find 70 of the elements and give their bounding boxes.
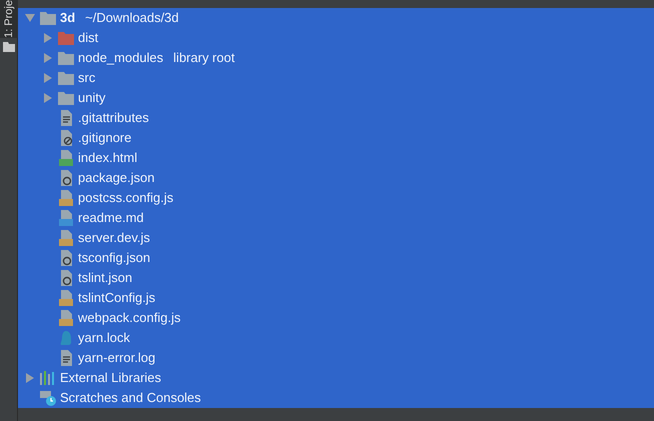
expanded-arrow-icon[interactable] xyxy=(25,14,35,22)
library-root-note: library root xyxy=(172,49,235,68)
item-label: readme.md xyxy=(77,209,144,228)
item-label: .gitattributes xyxy=(77,109,149,128)
item-label: 3d xyxy=(59,9,76,28)
item-label: package.json xyxy=(77,169,155,188)
tree-row[interactable]: src xyxy=(18,68,654,88)
tree-row[interactable]: Scratches and Consoles xyxy=(18,388,654,408)
js-file-icon xyxy=(59,310,73,326)
folder-icon xyxy=(40,12,56,24)
item-label: unity xyxy=(77,89,106,108)
tree-row[interactable]: tslint.json xyxy=(18,268,654,288)
collapsed-arrow-icon[interactable] xyxy=(44,93,52,103)
tree-row[interactable]: .gitignore xyxy=(18,128,654,148)
item-label: index.html xyxy=(77,149,138,168)
item-label: yarn-error.log xyxy=(77,349,156,368)
tree-row[interactable]: readme.md xyxy=(18,208,654,228)
tree-row[interactable]: yarn-error.log xyxy=(18,348,654,368)
tree-row[interactable]: .gitattributes xyxy=(18,108,654,128)
tree-row[interactable]: webpack.config.js xyxy=(18,308,654,328)
js-file-icon xyxy=(59,290,73,306)
item-label: tsconfig.json xyxy=(77,249,150,268)
item-label: tslint.json xyxy=(77,269,132,288)
config-file-icon xyxy=(59,270,73,286)
item-label: server.dev.js xyxy=(77,229,150,248)
collapsed-arrow-icon[interactable] xyxy=(44,73,52,83)
tree-row[interactable]: unity xyxy=(18,88,654,108)
config-file-icon xyxy=(59,170,73,186)
collapsed-arrow-icon[interactable] xyxy=(26,373,34,383)
html-file-icon xyxy=(59,150,73,166)
js-file-icon xyxy=(59,230,73,246)
item-label: tslintConfig.js xyxy=(77,289,156,308)
scratches-icon xyxy=(40,390,56,406)
library-icon xyxy=(40,371,56,385)
project-tab[interactable]: 1: Proje xyxy=(0,0,18,38)
folder-icon xyxy=(58,92,74,104)
project-path: ~/Downloads/3d xyxy=(84,9,179,28)
tree-row[interactable]: server.dev.js xyxy=(18,228,654,248)
yarn-icon xyxy=(59,330,73,346)
tree-row[interactable]: node_modules library root xyxy=(18,48,654,68)
folder-icon xyxy=(58,72,74,84)
tree-row[interactable]: 3d ~/Downloads/3d xyxy=(18,8,654,28)
folder-icon xyxy=(2,42,14,52)
tree-row[interactable]: External Libraries xyxy=(18,368,654,388)
collapsed-arrow-icon[interactable] xyxy=(44,33,52,43)
item-label: Scratches and Consoles xyxy=(59,389,201,408)
item-label: yarn.lock xyxy=(77,329,130,348)
text-file-icon xyxy=(59,350,73,366)
item-label: dist xyxy=(77,29,98,48)
tree-row[interactable]: tsconfig.json xyxy=(18,248,654,268)
tree-row[interactable]: tslintConfig.js xyxy=(18,288,654,308)
item-label: postcss.config.js xyxy=(77,189,174,208)
tree-row[interactable]: dist xyxy=(18,28,654,48)
collapsed-arrow-icon[interactable] xyxy=(44,53,52,63)
text-file-icon xyxy=(59,110,73,126)
folder-icon xyxy=(58,52,74,64)
tree-row[interactable]: yarn.lock xyxy=(18,328,654,348)
item-label: webpack.config.js xyxy=(77,309,181,328)
markdown-file-icon xyxy=(59,210,73,226)
item-label: node_modules xyxy=(77,49,164,68)
item-label: External Libraries xyxy=(59,369,162,388)
item-label: src xyxy=(77,69,96,88)
tree-row[interactable]: postcss.config.js xyxy=(18,188,654,208)
tree-row[interactable]: package.json xyxy=(18,168,654,188)
js-file-icon xyxy=(59,190,73,206)
folder-icon xyxy=(58,32,74,44)
item-label: .gitignore xyxy=(77,129,132,148)
ignore-file-icon xyxy=(59,130,73,146)
config-file-icon xyxy=(59,250,73,266)
tree-row[interactable]: index.html xyxy=(18,148,654,168)
